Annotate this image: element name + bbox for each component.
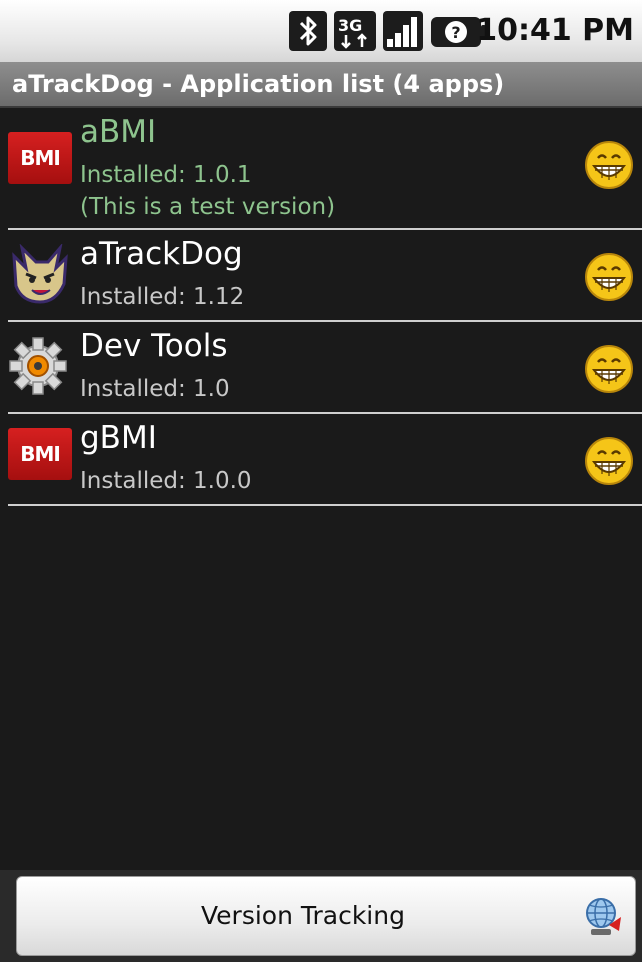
bmi-logo-icon: BMI	[8, 132, 72, 184]
list-item-gbmi[interactable]: BMI gBMI Installed: 1.0.0	[8, 414, 642, 506]
bluetooth-icon	[289, 11, 327, 51]
app-installed-version: Installed: 1.0.1	[80, 162, 252, 188]
page-title: aTrackDog - Application list (4 apps)	[12, 70, 505, 98]
svg-text:3G: 3G	[338, 16, 362, 35]
app-list: BMI aBMI Installed: 1.0.1 (This is a tes…	[8, 108, 642, 506]
version-tracking-button[interactable]: Version Tracking	[16, 876, 636, 956]
smiley-icon	[584, 436, 634, 486]
dog-icon	[8, 242, 72, 304]
signal-icon	[383, 11, 423, 51]
smiley-icon	[584, 140, 634, 190]
list-item-atrackdog[interactable]: aTrackDog Installed: 1.12	[8, 230, 642, 322]
svg-text:?: ?	[451, 23, 460, 42]
smiley-icon	[584, 344, 634, 394]
status-bar: 3G ? 10:41 PM	[0, 0, 642, 62]
app-name: Dev Tools	[80, 328, 228, 364]
list-item-dev-tools[interactable]: Dev Tools Installed: 1.0	[8, 322, 642, 414]
app-installed-version: Installed: 1.12	[80, 284, 245, 310]
bmi-logo-text: BMI	[8, 428, 72, 480]
title-bar: aTrackDog - Application list (4 apps)	[0, 62, 642, 108]
gear-icon	[8, 336, 72, 395]
bmi-logo-text: BMI	[8, 132, 72, 184]
app-installed-version: Installed: 1.0	[80, 376, 230, 402]
status-time: 10:41 PM	[476, 13, 634, 48]
app-name: aBMI	[80, 114, 157, 150]
smiley-icon	[584, 252, 634, 302]
list-item-abmi[interactable]: BMI aBMI Installed: 1.0.1 (This is a tes…	[8, 108, 642, 230]
bmi-logo-icon: BMI	[8, 428, 72, 480]
app-name: gBMI	[80, 420, 157, 456]
app-note: (This is a test version)	[80, 194, 336, 220]
globe-icon	[581, 895, 625, 939]
app-installed-version: Installed: 1.0.0	[80, 468, 252, 494]
app-name: aTrackDog	[80, 236, 243, 272]
version-tracking-label: Version Tracking	[201, 901, 405, 930]
screen: 3G ? 10:41 PM aTrackDog - Application li…	[0, 0, 642, 962]
3g-icon: 3G	[334, 11, 376, 51]
bottom-bar: Version Tracking	[0, 870, 642, 962]
